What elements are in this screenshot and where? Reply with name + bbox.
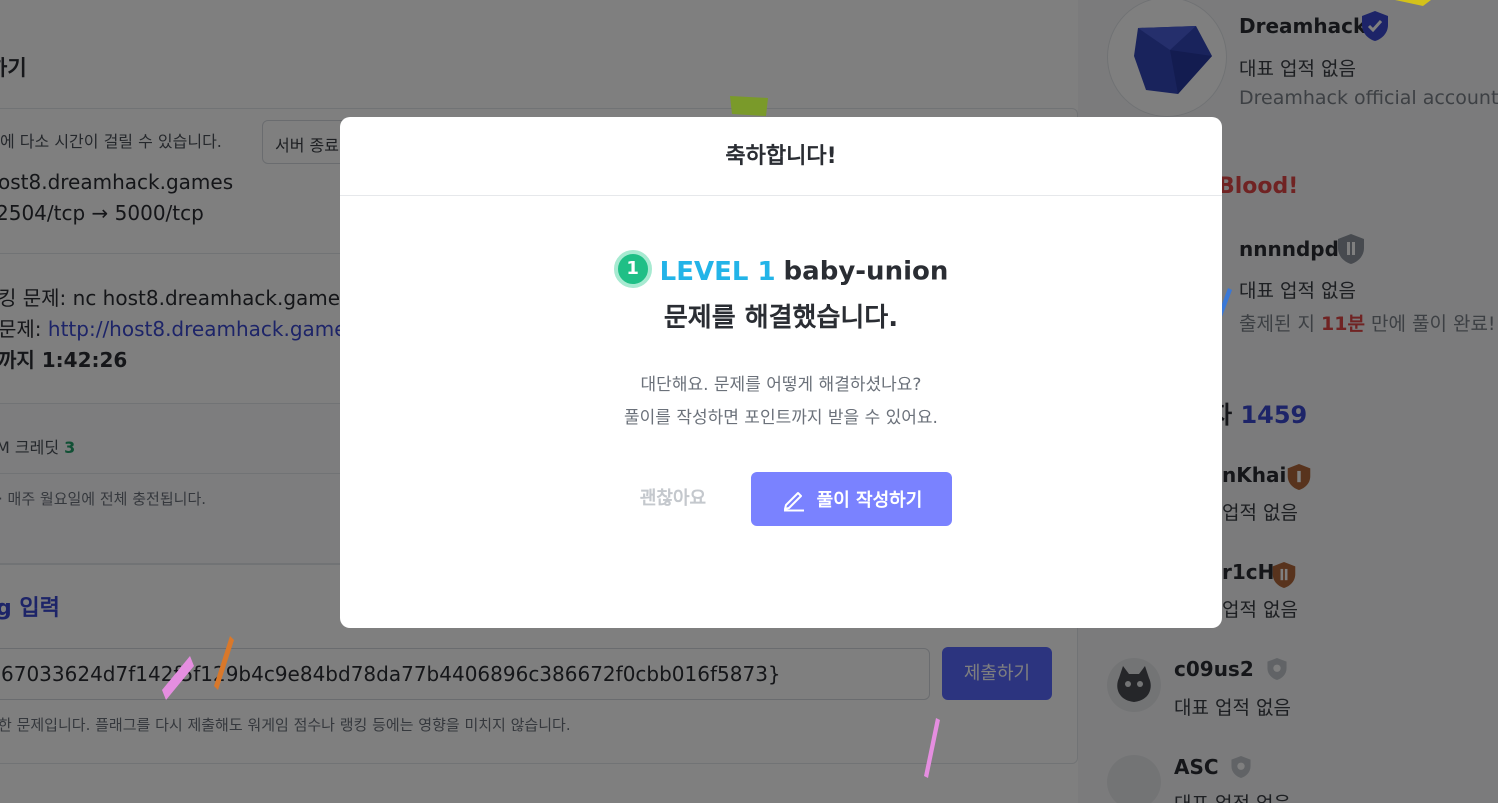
confetti-piece (214, 636, 234, 690)
write-writeup-label: 풀이 작성하기 (816, 490, 923, 511)
write-writeup-button[interactable]: 풀이 작성하기 (751, 472, 952, 526)
level-label: LEVEL 1 (659, 256, 776, 287)
congratulations-modal: 축하합니다! 1 LEVEL 1 baby-union 문제를 해결했습니다. 대단… (340, 117, 1222, 628)
modal-message-line1: 대단해요. 문제를 어떻게 해결하셨나요? (640, 375, 922, 395)
confetti-piece (924, 718, 940, 778)
confetti-piece (730, 96, 768, 116)
level-badge-icon: 1 (613, 250, 652, 288)
confetti-piece (162, 656, 194, 700)
pencil-icon (783, 492, 804, 512)
modal-title: 축하합니다! (340, 117, 1222, 196)
skip-button[interactable]: 괜찮아요 (618, 473, 728, 525)
solved-message: 문제를 해결했습니다. (663, 303, 899, 333)
challenge-name: baby-union (783, 256, 949, 287)
level-row: 1 LEVEL 1 baby-union (340, 250, 1222, 291)
confetti-piece (1395, 0, 1431, 6)
modal-message-line2: 풀이를 작성하면 포인트까지 받을 수 있어요. (624, 408, 938, 428)
